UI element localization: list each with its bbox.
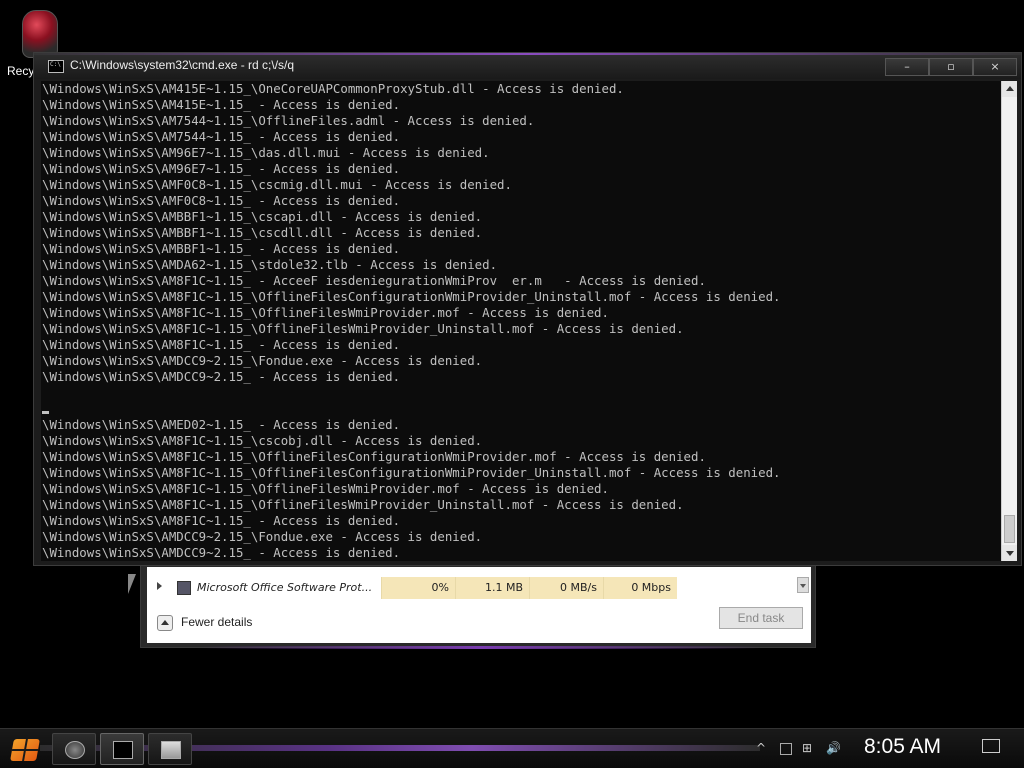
- fewer-details-button[interactable]: Fewer details: [157, 615, 252, 631]
- console-line: \Windows\WinSxS\AMBBF1~1.15_ - Access is…: [42, 241, 401, 256]
- console-line: \Windows\WinSxS\AM8F1C~1.15_ - Access is…: [42, 337, 401, 352]
- cmd-titlebar[interactable]: C:\Windows\system32\cmd.exe - rd c;\/s/q…: [34, 53, 1021, 79]
- console-line: \Windows\WinSxS\AM8F1C~1.15_\OfflineFile…: [42, 497, 684, 512]
- console-line: \Windows\WinSxS\AMDCC9~2.15_ - Access is…: [42, 369, 401, 384]
- process-disk: 0 MB/s: [529, 577, 603, 599]
- process-name: Microsoft Office Software Prot...: [197, 581, 373, 594]
- console-line: \Windows\WinSxS\AMF0C8~1.15_\cscmig.dll.…: [42, 177, 512, 192]
- cmd-app-icon[interactable]: [48, 60, 64, 73]
- process-network: 0 Mbps: [603, 577, 677, 599]
- windows-logo-icon: [10, 739, 40, 761]
- process-memory: 1.1 MB: [455, 577, 529, 599]
- taskbar-media-app[interactable]: [52, 733, 96, 765]
- process-list-scroll-down[interactable]: [797, 577, 809, 593]
- taskbar-clock[interactable]: 8:05 AM: [864, 735, 941, 759]
- mouse-pointer-icon: [128, 574, 136, 594]
- console-line: \Windows\WinSxS\AM8F1C~1.15_\OfflineFile…: [42, 305, 609, 320]
- console-output[interactable]: \Windows\WinSxS\AM415E~1.15_\OneCoreUAPC…: [41, 81, 1001, 561]
- fewer-details-label: Fewer details: [181, 615, 253, 630]
- process-row[interactable]: Microsoft Office Software Prot... 0% 1.1…: [147, 577, 811, 599]
- taskbar-cmd-app[interactable]: [100, 733, 144, 765]
- console-line: \Windows\WinSxS\AMED02~1.15_ - Access is…: [42, 417, 401, 432]
- scroll-up-arrow-icon[interactable]: [1002, 81, 1017, 97]
- minimize-button[interactable]: –: [885, 58, 929, 76]
- collapse-chevron-icon: [157, 615, 173, 631]
- console-line: \Windows\WinSxS\AM8F1C~1.15_ - Access is…: [42, 513, 401, 528]
- console-line: \Windows\WinSxS\AM415E~1.15_\OneCoreUAPC…: [42, 81, 624, 96]
- notifications-icon[interactable]: [982, 739, 1000, 753]
- action-center-flag-icon[interactable]: [780, 743, 792, 755]
- console-line: \Windows\WinSxS\AMF0C8~1.15_ - Access is…: [42, 193, 401, 208]
- console-line: \Windows\WinSxS\AMDCC9~2.15_\Fondue.exe …: [42, 353, 483, 368]
- network-icon[interactable]: ⊞: [802, 741, 812, 755]
- app-icon: [177, 581, 191, 595]
- console-line: \Windows\WinSxS\AM8F1C~1.15_\OfflineFile…: [42, 289, 781, 304]
- expand-arrow-icon[interactable]: [157, 582, 162, 590]
- console-line: \Windows\WinSxS\AMBBF1~1.15_\cscdll.dll …: [42, 225, 483, 240]
- taskbar: ^ ⊞ 🔊 8:05 AM: [0, 728, 1024, 768]
- process-cpu: 0%: [381, 577, 455, 599]
- close-button[interactable]: ×: [973, 58, 1017, 76]
- console-line: \Windows\WinSxS\AMBBF1~1.15_\cscapi.dll …: [42, 209, 483, 224]
- console-scrollbar[interactable]: [1001, 81, 1017, 561]
- console-line: \Windows\WinSxS\AM96E7~1.15_ - Access is…: [42, 161, 401, 176]
- console-line: \Windows\WinSxS\AMDCC9~2.15_ - Access is…: [42, 545, 401, 560]
- show-hidden-icons-chevron-icon[interactable]: ^: [756, 741, 766, 755]
- console-line: \Windows\WinSxS\AM8F1C~1.15_ - AcceeF ie…: [42, 273, 706, 288]
- cmd-icon: [113, 741, 133, 759]
- window-glow: [201, 646, 761, 649]
- console-line: \Windows\WinSxS\AM8F1C~1.15_\OfflineFile…: [42, 465, 781, 480]
- media-player-icon: [65, 741, 85, 759]
- cmd-window: C:\Windows\system32\cmd.exe - rd c;\/s/q…: [33, 52, 1022, 566]
- console-line: \Windows\WinSxS\AMDCC9~2.15_\Fondue.exe …: [42, 529, 483, 544]
- task-manager-window: Microsoft Office Software Prot... 0% 1.1…: [140, 562, 816, 649]
- console-line: \Windows\WinSxS\AM96E7~1.15_\das.dll.mui…: [42, 145, 490, 160]
- recycle-bin-icon: [22, 10, 58, 58]
- scroll-down-arrow-icon[interactable]: [1002, 545, 1017, 561]
- console-line: \Windows\WinSxS\AM8F1C~1.15_\OfflineFile…: [42, 449, 706, 464]
- start-button[interactable]: [4, 733, 42, 765]
- console-line: \Windows\WinSxS\AM415E~1.15_ - Access is…: [42, 97, 401, 112]
- task-manager-body: Microsoft Office Software Prot... 0% 1.1…: [147, 567, 811, 643]
- console-line: \Windows\WinSxS\AMDA62~1.15_\stdole32.tl…: [42, 257, 498, 272]
- console-line: \Windows\WinSxS\AM8F1C~1.15_\cscobj.dll …: [42, 433, 483, 448]
- maximize-button[interactable]: ▫: [929, 58, 973, 76]
- console-line: \Windows\WinSxS\AM8F1C~1.15_\OfflineFile…: [42, 321, 684, 336]
- desktop-icon-label: Recy: [7, 64, 35, 78]
- volume-icon[interactable]: 🔊: [826, 741, 841, 755]
- text-cursor: [42, 411, 49, 414]
- console-line: [41, 401, 1001, 417]
- end-task-button[interactable]: End task: [719, 607, 803, 629]
- taskbar-task-manager-app[interactable]: [148, 733, 192, 765]
- titlebar-glow: [34, 53, 1021, 55]
- desktop: Recy Microsoft Office Software Prot... 0…: [0, 0, 1024, 768]
- console-line: \Windows\WinSxS\AM7544~1.15_ - Access is…: [42, 129, 401, 144]
- task-manager-icon: [161, 741, 181, 759]
- console-line: \Windows\WinSxS\AM8F1C~1.15_\OfflineFile…: [42, 481, 609, 496]
- window-title: C:\Windows\system32\cmd.exe - rd c;\/s/q: [70, 58, 295, 72]
- console-line: \Windows\WinSxS\AM7544~1.15_\OfflineFile…: [42, 113, 535, 128]
- scroll-thumb[interactable]: [1004, 515, 1015, 543]
